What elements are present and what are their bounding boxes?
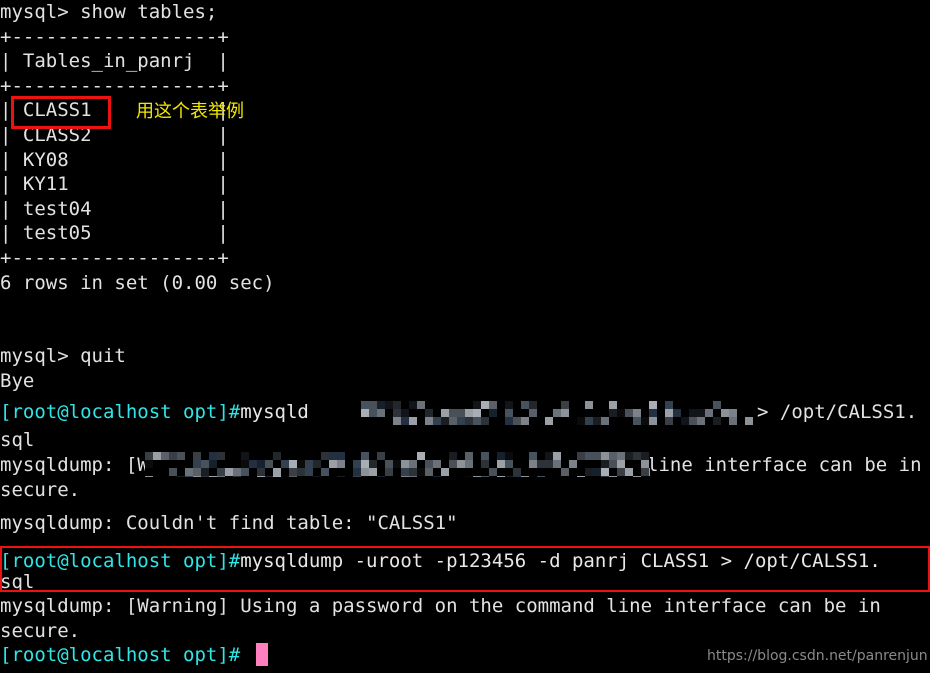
table-border-top: +------------------+ [0, 25, 229, 48]
table-row: | CLASS2 | [0, 124, 229, 146]
censored-region-command-args [353, 401, 753, 425]
command-text: mysqldump -uroot -p123456 -d panrj CLASS… [240, 550, 881, 572]
warning-wrap-secure: secure. [0, 619, 81, 642]
table-row: | KY11 | [0, 173, 229, 196]
row-count-status: 6 rows in set (0.00 sec) [0, 271, 275, 294]
warning-wrap-secure: secure. [0, 478, 81, 501]
terminal-line-mysqldump-command: [root@localhost opt]#mysqldump -uroot -p… [0, 549, 881, 574]
table-row: | test04 | [0, 197, 229, 220]
command-redirect-tail: > /opt/CALSS1. [757, 401, 918, 423]
table-row: | test05 | [0, 222, 229, 245]
warning-tail-text: line interface can be in [647, 454, 922, 476]
text-cursor[interactable] [256, 643, 268, 666]
shell-prompt: [root@localhost opt]# [0, 401, 241, 423]
terminal-line-mysqld-censored: [root@localhost opt]#mysqld [0, 400, 309, 425]
terminal-line-warning-censored: mysqldump: [Warning] [0, 454, 229, 476]
terminal-window[interactable]: mysql> show tables; +------------------+… [0, 0, 930, 673]
annotation-note-class1: 用这个表举例 [136, 101, 244, 122]
table-border-header: +------------------+ [0, 74, 229, 97]
terminal-line-show-tables: mysql> show tables; [0, 1, 218, 23]
shell-prompt: [root@localhost opt]# [0, 550, 241, 572]
command-text: mysqld [240, 401, 309, 423]
command-wrap-sql: sql [0, 429, 35, 451]
table-border-bottom: +------------------+ [0, 247, 229, 269]
terminal-line-warning-password: mysqldump: [Warning] Using a password on… [0, 595, 881, 617]
terminal-line-bye: Bye [0, 369, 35, 392]
terminal-line-error-couldnt-find: mysqldump: Couldn't find table: "CALSS1" [0, 512, 458, 534]
command-wrap-sql: sql [0, 571, 35, 593]
shell-prompt-final: [root@localhost opt]# [0, 644, 241, 666]
table-row: | KY08 | [0, 148, 229, 171]
watermark-text: https://blog.csdn.net/panrenjun [707, 648, 928, 664]
terminal-line-quit: mysql> quit [0, 345, 126, 367]
table-header-row: | Tables_in_panrj | [0, 50, 229, 73]
